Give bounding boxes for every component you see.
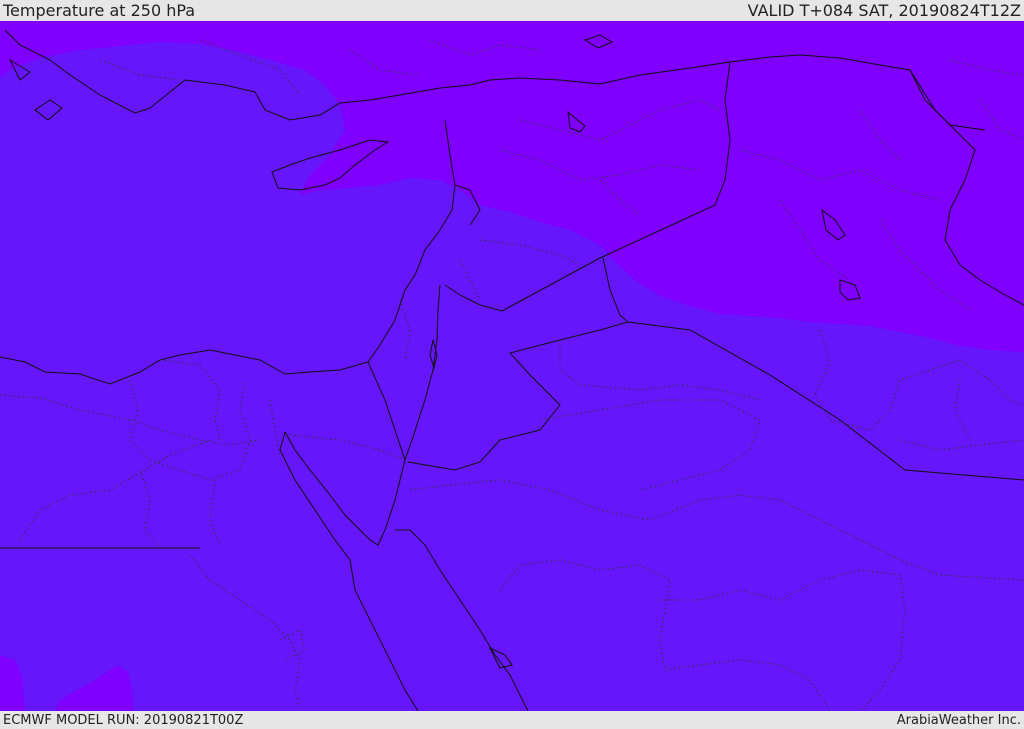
model-run-label: ECMWF MODEL RUN: 20190821T00Z [3,712,244,728]
temperature-map [0,21,1024,711]
header-bar: Temperature at 250 hPa VALID T+084 SAT, … [0,0,1024,21]
footer-bar: ECMWF MODEL RUN: 20190821T00Z ArabiaWeat… [0,711,1024,729]
valid-time-label: VALID T+084 SAT, 20190824T12Z [747,1,1021,20]
map-title: Temperature at 250 hPa [3,1,196,20]
credit-label: ArabiaWeather Inc. [896,712,1021,728]
